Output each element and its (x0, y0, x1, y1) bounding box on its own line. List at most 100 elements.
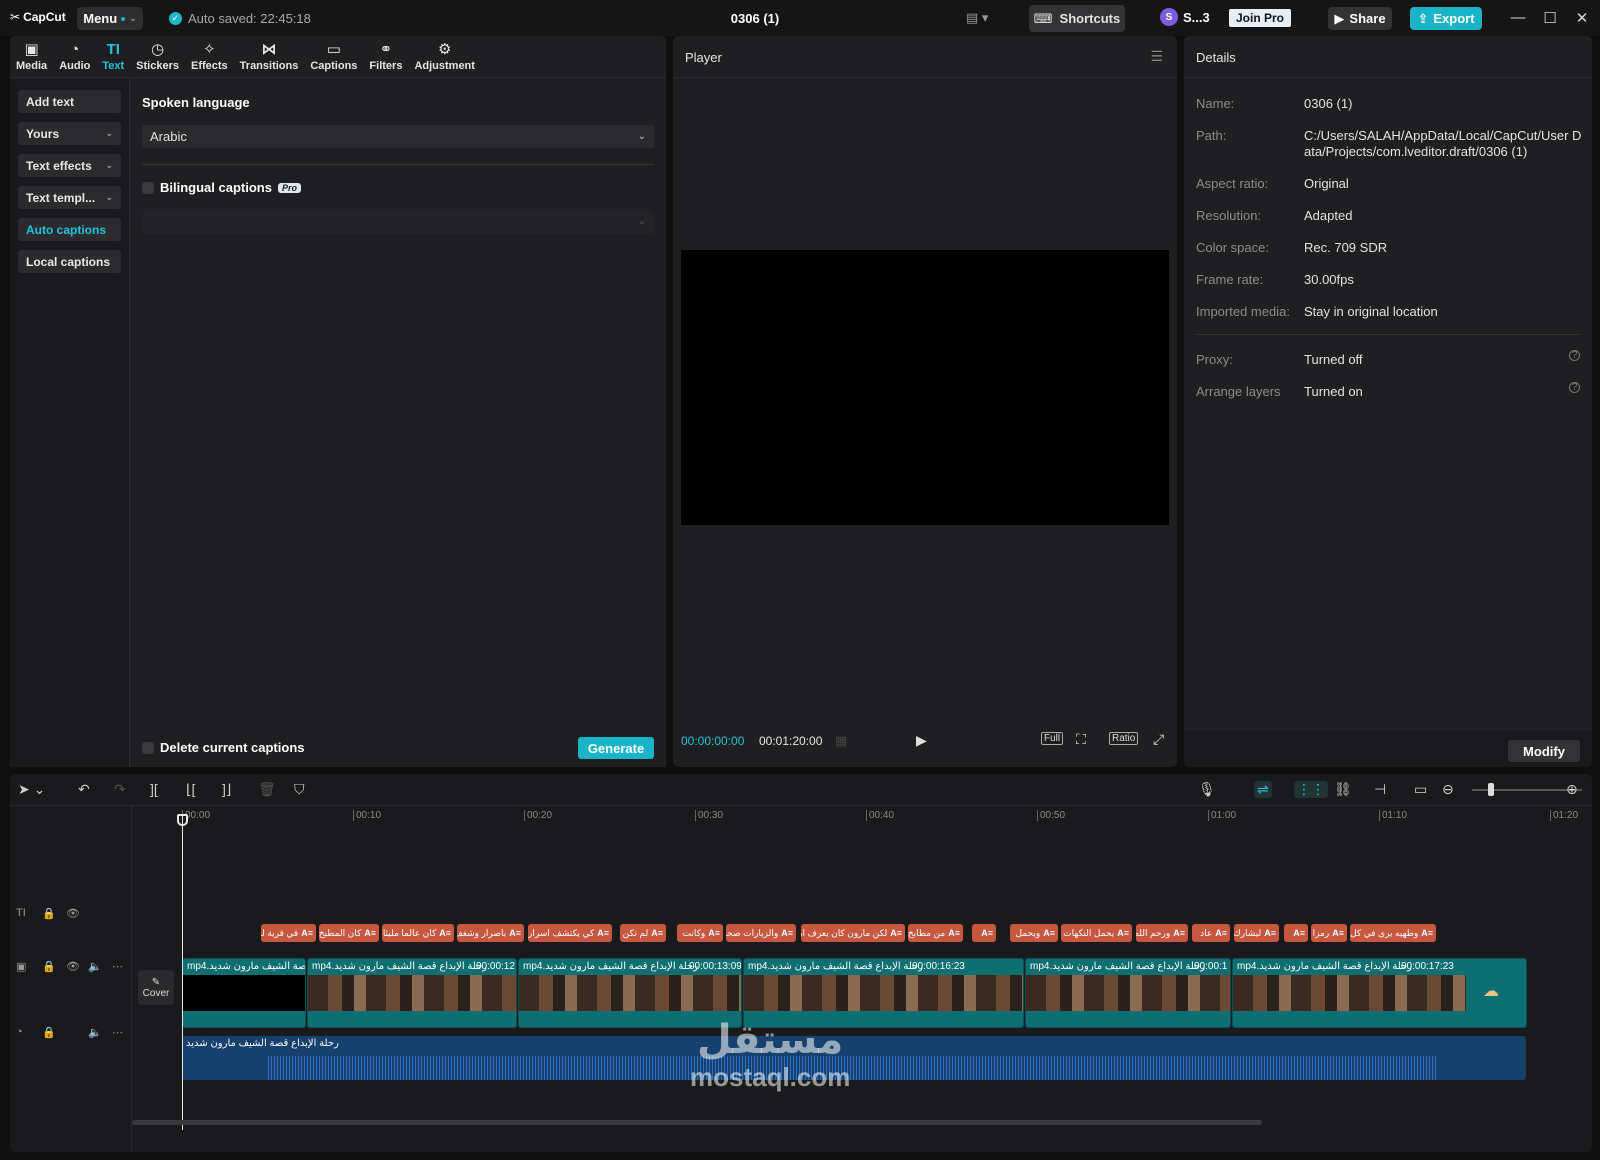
close-icon[interactable]: ✕ (1572, 9, 1592, 27)
tab-transitions[interactable]: ⋈ Transitions (234, 36, 305, 78)
cover-button[interactable]: ✎ Cover (138, 970, 174, 1005)
tab-stickers[interactable]: ◷ Stickers (130, 36, 185, 78)
auto-snap-icon[interactable]: ⋮⋮ (1294, 781, 1328, 798)
tab-filters[interactable]: ⚭ Filters (363, 36, 408, 78)
video-clip[interactable]: mp4.رحلة الإبداع قصة الشيف مارون شديد 00… (1232, 958, 1527, 1028)
share-button[interactable]: ▶ Share (1328, 7, 1392, 30)
caption-clip[interactable]: في قرية لبنانيةA≡ (261, 924, 316, 942)
sidebar-item-text-effects[interactable]: Text effects ⌄ (18, 154, 121, 177)
sidebar-item-local-captions[interactable]: Local captions (18, 250, 121, 273)
bilingual-checkbox[interactable] (142, 181, 154, 194)
speaker-icon[interactable]: 🔈 (88, 1026, 102, 1039)
lock-icon[interactable]: 🔒 (42, 960, 56, 973)
redo-icon[interactable]: ↷ (114, 781, 126, 798)
screenshot-icon[interactable]: ⛶ (1076, 731, 1086, 748)
lock-icon[interactable]: 🔒 (42, 1026, 56, 1039)
tab-effects[interactable]: ✧ Effects (185, 36, 234, 78)
help-icon[interactable]: ? (1569, 382, 1580, 393)
fullscreen-icon[interactable]: ⤢ (1153, 731, 1164, 748)
eye-icon[interactable]: 👁 (66, 907, 80, 920)
maximize-icon[interactable]: ☐ (1540, 9, 1560, 27)
hamburger-icon[interactable]: ☰ (1150, 48, 1163, 65)
caption-clip[interactable]: لكن مارون كان يعرف ان A≡ (801, 924, 905, 942)
monitor-icon[interactable]: ▭ (1414, 781, 1427, 798)
video-clip[interactable]: mp4.رحلة الإبداع قصة الشيف مارون شديد (182, 958, 306, 1028)
tab-text[interactable]: TI Text (96, 36, 130, 78)
speaker-icon[interactable]: 🔈 (88, 960, 102, 973)
split-icon[interactable]: ][ (150, 781, 158, 797)
tab-adjustment[interactable]: ⚙ Adjustment (408, 36, 481, 78)
sidebar-item-text-templates[interactable]: Text templ... ⌄ (18, 186, 121, 209)
more-icon[interactable]: ⋯ (112, 960, 123, 973)
user-account[interactable]: S S...3 (1160, 8, 1210, 26)
caption-clip[interactable]: رمزا A≡ (1311, 924, 1347, 942)
shortcuts-button[interactable]: ⌨ Shortcuts (1029, 5, 1125, 32)
caption-clip[interactable]: باصرار وشغف A≡ (457, 924, 524, 942)
split-left-icon[interactable]: ⌊[ (186, 781, 195, 798)
caption-clip[interactable]: وطهيه يرى في كل A≡ (1350, 924, 1436, 942)
export-button[interactable]: ⇪ Export (1410, 7, 1482, 30)
caption-clip[interactable]: كي يكتشف اسرار A≡ (528, 924, 612, 942)
playhead[interactable] (182, 814, 183, 1130)
tab-media[interactable]: ▣ Media (10, 36, 53, 78)
caption-clip[interactable]: A≡ (972, 924, 996, 942)
detail-key: Frame rate: (1196, 272, 1264, 287)
layout-icon[interactable]: ▤ ▾ (966, 10, 988, 26)
delete-captions-checkbox[interactable] (142, 741, 154, 754)
caption-clip[interactable]: كان المطبخ A≡ (319, 924, 379, 942)
caption-clip[interactable]: A≡ (1284, 924, 1308, 942)
avatar: S (1160, 8, 1178, 26)
sidebar-item-add-text[interactable]: Add text (18, 90, 121, 113)
shield-icon[interactable]: ⛉ (294, 781, 305, 798)
eye-icon[interactable]: 👁 (66, 960, 80, 973)
zoom-out-icon[interactable]: ⊖ (1442, 781, 1454, 798)
time-ruler[interactable]: 00:00 00:10 00:20 00:30 00:40 00:50 01:0… (182, 806, 1592, 828)
select-cursor-icon[interactable]: ➤ ⌄ (18, 781, 45, 798)
zoom-slider-handle[interactable] (1488, 783, 1494, 796)
join-pro-button[interactable]: Join Pro (1229, 9, 1292, 27)
full-quality-button[interactable]: Full (1041, 732, 1064, 745)
preview-screen[interactable] (681, 250, 1169, 525)
caption-clip[interactable]: يحمل النكهات A≡ (1061, 924, 1132, 942)
timeline-scrollbar[interactable] (132, 1120, 1262, 1125)
bilingual-captions-option[interactable]: Bilingual captions Pro (142, 180, 301, 195)
modify-button[interactable]: Modify (1508, 740, 1580, 762)
preview-axis-icon[interactable]: ⊣ (1374, 781, 1386, 798)
tab-audio[interactable]: ◔ Audio (53, 36, 96, 78)
video-track-icon: ▣ (16, 961, 27, 973)
play-icon[interactable]: ▶ (916, 732, 927, 749)
video-clip[interactable]: mp4.رحلة الإبداع قصة الشيف مارون شديد 00… (307, 958, 517, 1028)
link-icon[interactable]: ⛓ (1334, 781, 1352, 798)
delete-captions-option[interactable]: Delete current captions (142, 740, 305, 755)
generate-button[interactable]: Generate (578, 737, 654, 759)
delete-icon[interactable]: 🗑 (258, 781, 276, 798)
split-right-icon[interactable]: ]⌋ (222, 781, 231, 798)
audio-clip[interactable]: رحلة الإبداع قصة الشيف مارون شديد (182, 1036, 1526, 1080)
sidebar-item-yours[interactable]: Yours ⌄ (18, 122, 121, 145)
more-icon[interactable]: ⋯ (112, 1026, 123, 1039)
caption-clip[interactable]: لم تكن A≡ (620, 924, 666, 942)
caption-clip[interactable]: وكانت A≡ (677, 924, 723, 942)
ratio-button[interactable]: Ratio (1109, 732, 1139, 745)
minimize-icon[interactable]: — (1508, 9, 1528, 26)
main-track-magnet-icon[interactable]: ⇌ (1254, 781, 1272, 798)
caption-clip[interactable]: والزيارات صحبةA≡ (726, 924, 796, 942)
caption-clip[interactable]: ويحمل A≡ (1010, 924, 1058, 942)
caption-clip[interactable]: ليشارك A≡ (1234, 924, 1279, 942)
help-icon[interactable]: ? (1569, 350, 1580, 361)
undo-icon[interactable]: ↶ (78, 781, 90, 798)
caption-clip[interactable]: عاد A≡ (1192, 924, 1230, 942)
clip-thumbnails (744, 975, 1023, 1011)
lock-icon[interactable]: 🔒 (42, 907, 56, 920)
menu-button[interactable]: Menu ⌄ (77, 7, 143, 30)
microphone-icon[interactable]: 🎙 (1198, 781, 1216, 798)
caption-clip[interactable]: كان عالما مليئا A≡ (382, 924, 454, 942)
tab-captions[interactable]: ▭ Captions (304, 36, 363, 78)
caption-clip[interactable]: ورحم الله A≡ (1136, 924, 1188, 942)
caption-clip[interactable]: من مطابخ A≡ (908, 924, 963, 942)
zoom-in-icon[interactable]: ⊕ (1566, 781, 1578, 798)
video-clip[interactable]: mp4.رحلة الإبداع قصة الشيف مارون شديد 00… (1025, 958, 1231, 1028)
spoken-language-select[interactable]: Arabic ⌄ (142, 125, 654, 148)
edit-icon: ✎ (151, 976, 161, 988)
sidebar-item-auto-captions[interactable]: Auto captions (18, 218, 121, 241)
